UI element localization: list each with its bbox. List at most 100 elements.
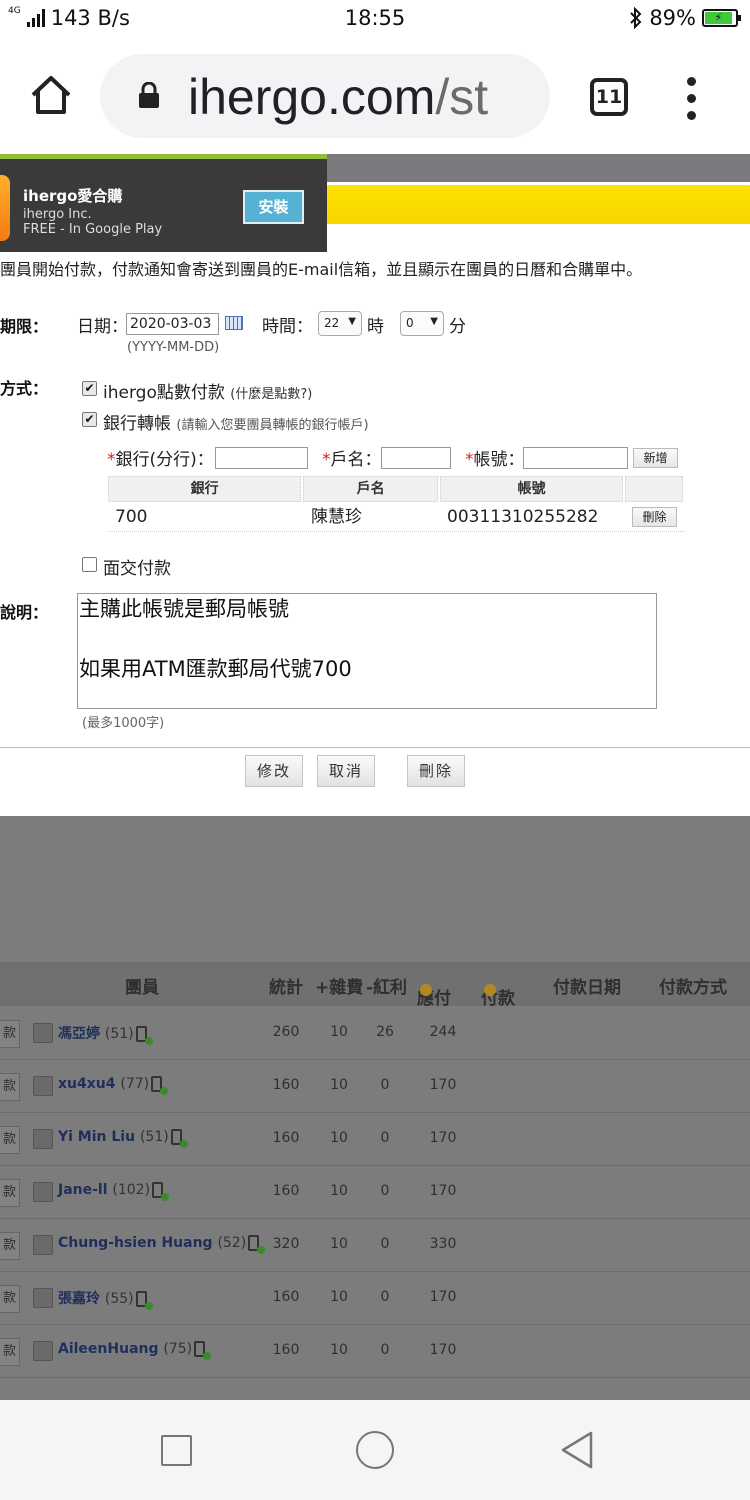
back-icon[interactable]	[560, 1431, 594, 1469]
pay-button[interactable]: 款	[0, 1179, 20, 1207]
member-due: 170	[429, 1342, 457, 1358]
account-input[interactable]	[523, 447, 628, 469]
bank-option: 銀行轉帳 (請輸入您要團員轉帳的銀行帳戶)	[103, 414, 369, 434]
member-total: 260	[272, 1024, 300, 1040]
minute-select[interactable]: 0 ▼	[400, 311, 444, 336]
points-checkbox[interactable]: ✔	[82, 381, 97, 396]
mobile-icon	[135, 1291, 153, 1310]
bank-checkbox[interactable]: ✔	[82, 412, 97, 427]
member-name[interactable]: 張嘉玲 (55)	[58, 1288, 153, 1310]
divider	[0, 747, 750, 748]
member-name[interactable]: AileenHuang (75)	[58, 1341, 212, 1360]
member-name[interactable]: Jane-ll (102)	[58, 1182, 170, 1201]
member-fee: 10	[330, 1024, 348, 1040]
col-bank: 銀行	[108, 476, 302, 502]
name-input[interactable]	[381, 447, 451, 469]
bank-field-label: *銀行(分行)：	[107, 450, 214, 470]
col-total: 統計	[269, 978, 303, 998]
lock-icon	[139, 82, 159, 108]
description-label: 說明：	[0, 603, 49, 622]
col-pay-date: 付款日期	[553, 978, 621, 998]
bank-account-table: 銀行 戶名 帳號 700 陳慧珍 00311310255282 刪除	[108, 476, 685, 532]
member-bonus: 0	[380, 1289, 390, 1305]
member-fee: 10	[330, 1077, 348, 1093]
member-total: 320	[272, 1236, 300, 1252]
mobile-icon	[194, 1341, 212, 1360]
bank-table-header: 銀行 戶名 帳號	[108, 476, 685, 502]
col-fee: +雜費	[315, 978, 364, 998]
delete-account-button[interactable]: 刪除	[632, 507, 677, 527]
home-nav-icon[interactable]	[356, 1431, 394, 1469]
home-icon[interactable]	[26, 70, 76, 120]
avatar	[33, 1023, 53, 1043]
col-member: 團員	[125, 978, 159, 998]
member-name[interactable]: xu4xu4 (77)	[58, 1076, 169, 1095]
member-name[interactable]: 馮亞婷 (51)	[58, 1023, 153, 1045]
help-icon[interactable]	[420, 984, 432, 996]
pay-button[interactable]: 款	[0, 1020, 20, 1048]
calendar-icon[interactable]	[225, 316, 243, 330]
member-due: 170	[429, 1130, 457, 1146]
ad-title: ihergo愛合購	[23, 187, 123, 205]
description-textarea[interactable]: 主購此帳號是郵局帳號 如果用ATM匯款郵局代號700	[77, 593, 657, 709]
system-nav-bar	[0, 1400, 750, 1500]
add-account-button[interactable]: 新增	[633, 448, 678, 468]
pay-button[interactable]: 款	[0, 1073, 20, 1101]
points-option: ihergo點數付款 (什麼是點數?)	[103, 383, 313, 403]
modify-button[interactable]: 修改	[245, 755, 303, 787]
app-logo-icon	[0, 175, 10, 241]
member-row: 款 xu4xu4 (77) 160 10 0 170	[0, 1060, 750, 1113]
mobile-icon	[170, 1129, 188, 1148]
help-icon[interactable]	[484, 984, 496, 996]
description-line: 如果用ATM匯款郵局代號700	[79, 657, 352, 681]
cancel-button[interactable]: 取消	[317, 755, 375, 787]
col-bonus: -紅利	[366, 978, 408, 998]
member-due: 244	[429, 1024, 457, 1040]
ad-store: FREE - In Google Play	[23, 222, 163, 237]
avatar	[33, 1235, 53, 1255]
delete-button[interactable]: 刪除	[407, 755, 465, 787]
install-button[interactable]: 安裝	[243, 190, 304, 224]
pay-button[interactable]: 款	[0, 1285, 20, 1313]
member-due: 170	[429, 1077, 457, 1093]
battery-percent: 89%	[649, 6, 696, 30]
member-name[interactable]: Chung-hsien Huang (52)	[58, 1235, 266, 1254]
minute-unit: 分	[449, 317, 466, 337]
bank-input[interactable]	[215, 447, 308, 469]
table-row: 700 陳慧珍 00311310255282 刪除	[108, 502, 685, 532]
description-line	[79, 624, 655, 654]
browser-toolbar: ihergo.com/st 11	[0, 40, 750, 154]
pay-button[interactable]: 款	[0, 1126, 20, 1154]
tab-switcher-button[interactable]: 11	[590, 78, 628, 116]
hour-unit: 時	[367, 317, 384, 337]
payment-notice: 團員開始付款，付款通知會寄送到團員的E-mail信箱，並且顯示在團員的日曆和合購…	[0, 260, 643, 279]
recent-apps-icon[interactable]	[161, 1435, 192, 1466]
pay-button[interactable]: 款	[0, 1232, 20, 1260]
mobile-icon	[152, 1182, 170, 1201]
status-bar: 4G 143 B/s 18:55 89% ⚡	[0, 0, 750, 40]
member-row: 款 AileenHuang (75) 160 10 0 170	[0, 1325, 750, 1378]
member-fee: 10	[330, 1183, 348, 1199]
account-field-label: *帳號：	[465, 450, 525, 470]
mobile-icon	[248, 1235, 266, 1254]
points-help-link[interactable]: (什麼是點數?)	[230, 387, 312, 402]
member-name[interactable]: Yi Min Liu (51)	[58, 1129, 188, 1148]
face-to-face-checkbox[interactable]	[82, 557, 97, 572]
avatar	[33, 1182, 53, 1202]
status-right: 89% ⚡	[629, 6, 741, 30]
member-row: 款 張嘉玲 (55) 160 10 0 170	[0, 1272, 750, 1325]
col-pay-method: 付款方式	[659, 978, 727, 998]
url-text: ihergo.com/st	[188, 69, 489, 125]
member-bonus: 0	[380, 1342, 390, 1358]
member-list-overlay: 團員 統計 +雜費 -紅利 應付 付款 付款日期 付款方式 款 馮亞婷 (51) 2…	[0, 816, 750, 1400]
cell-name: 陳慧珍	[311, 507, 362, 527]
address-bar[interactable]: ihergo.com/st	[100, 54, 550, 138]
app-install-banner[interactable]: ihergo愛合購 ihergo Inc. FREE - In Google P…	[0, 154, 327, 252]
col-action	[625, 476, 683, 502]
pay-button[interactable]: 款	[0, 1338, 20, 1366]
hour-select[interactable]: 22 ▼	[318, 311, 362, 336]
member-due: 170	[429, 1289, 457, 1305]
date-input[interactable]: 2020-03-03	[126, 313, 219, 335]
member-total: 160	[272, 1342, 300, 1358]
browser-menu-icon[interactable]	[684, 77, 698, 121]
